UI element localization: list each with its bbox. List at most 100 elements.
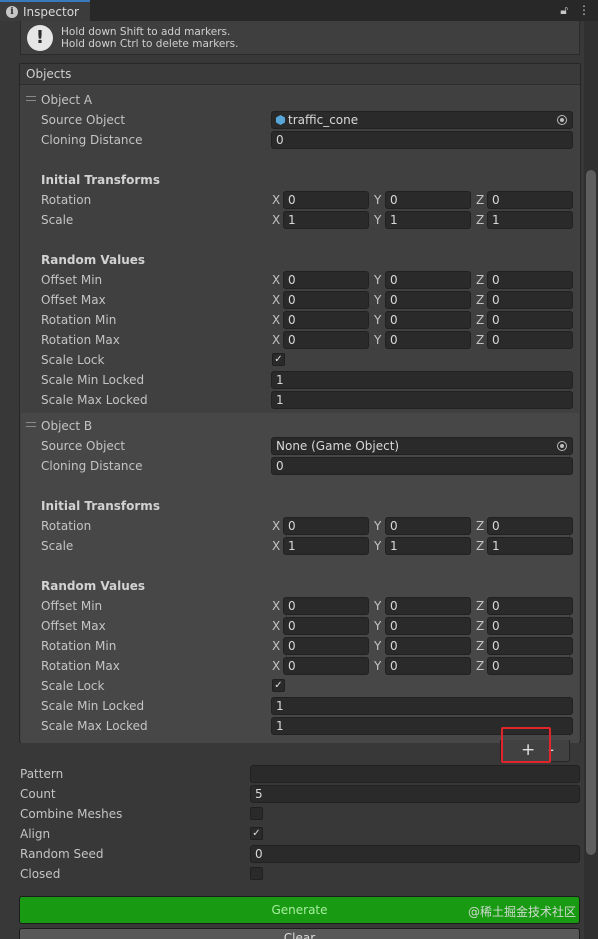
- offset-max-z-field[interactable]: 0: [487, 617, 573, 635]
- cloning-distance-row: Cloning Distance 0: [21, 456, 579, 476]
- rotation-min-y-field[interactable]: 0: [385, 311, 471, 329]
- offset-min-y-field[interactable]: 0: [385, 271, 471, 289]
- source-object-field[interactable]: traffic_cone: [271, 111, 573, 129]
- scale-max-locked-label: Scale Max Locked: [41, 393, 148, 407]
- offset-min-y-field[interactable]: 0: [385, 597, 471, 615]
- axis-z-label: Z: [476, 659, 485, 673]
- rotation-max-x-field[interactable]: 0: [283, 331, 369, 349]
- rotation-x-field[interactable]: 0: [283, 517, 369, 535]
- rotation-min-x-field[interactable]: 0: [283, 311, 369, 329]
- cloning-distance-label: Cloning Distance: [41, 459, 143, 473]
- combine-meshes-checkbox[interactable]: [250, 807, 263, 820]
- element-title-row[interactable]: Object A: [21, 90, 579, 110]
- axis-z-label: Z: [476, 619, 485, 633]
- offset-min-row: Offset Min X 0 Y 0 Z 0: [21, 270, 579, 290]
- initial-transforms-header-row: Initial Transforms: [21, 496, 579, 516]
- axis-x-label: X: [272, 639, 281, 653]
- align-row: Align ✓: [0, 824, 598, 844]
- offset-max-z-field[interactable]: 0: [487, 291, 573, 309]
- scale-lock-checkbox[interactable]: ✓: [272, 679, 285, 692]
- rotation-max-x-field[interactable]: 0: [283, 657, 369, 675]
- offset-min-z-field[interactable]: 0: [487, 597, 573, 615]
- object-picker-icon[interactable]: [557, 115, 567, 125]
- object-picker-icon[interactable]: [557, 441, 567, 451]
- scale-min-locked-field[interactable]: 1: [271, 697, 573, 715]
- axis-x-label: X: [272, 599, 281, 613]
- tab-bar: i Inspector 🔓︎ ⋮: [0, 0, 598, 21]
- axis-y-label: Y: [374, 619, 382, 633]
- scale-y-field[interactable]: 1: [385, 211, 471, 229]
- rotation-min-y-field[interactable]: 0: [385, 637, 471, 655]
- scrollbar-thumb[interactable]: [586, 170, 596, 855]
- scale-x-field[interactable]: 1: [283, 211, 369, 229]
- element-title: Object A: [41, 93, 93, 107]
- rotation-max-y-field[interactable]: 0: [385, 331, 471, 349]
- rotation-min-x-field[interactable]: 0: [283, 637, 369, 655]
- cloning-distance-row: Cloning Distance 0: [21, 130, 579, 150]
- help-line-2: Hold down Ctrl to delete markers.: [61, 37, 239, 50]
- element-title-row[interactable]: Object B: [21, 416, 579, 436]
- info-icon: i: [6, 5, 18, 18]
- scale-min-locked-field[interactable]: 1: [271, 371, 573, 389]
- axis-x-label: X: [272, 659, 281, 673]
- axis-x-label: X: [272, 313, 281, 327]
- rotation-z-field[interactable]: 0: [487, 191, 573, 209]
- cloning-distance-field[interactable]: 0: [271, 457, 573, 475]
- drag-handle-icon[interactable]: [26, 96, 36, 101]
- axis-y-label: Y: [374, 213, 382, 227]
- axis-y-label: Y: [374, 519, 382, 533]
- rotation-max-z-field[interactable]: 0: [487, 331, 573, 349]
- rotation-x-field[interactable]: 0: [283, 191, 369, 209]
- axis-y-label: Y: [374, 659, 382, 673]
- random-values-header-row: Random Values: [21, 250, 579, 270]
- rotation-y-field[interactable]: 0: [385, 191, 471, 209]
- tab-inspector[interactable]: i Inspector: [0, 0, 90, 21]
- rotation-y-field[interactable]: 0: [385, 517, 471, 535]
- scale-max-locked-field[interactable]: 1: [271, 391, 573, 409]
- offset-max-row: Offset Max X 0 Y 0 Z 0: [21, 616, 579, 636]
- combine-meshes-label: Combine Meshes: [20, 807, 123, 821]
- random-seed-field[interactable]: 0: [250, 845, 580, 863]
- axis-z-label: Z: [476, 539, 485, 553]
- axis-y-label: Y: [374, 333, 382, 347]
- kebab-menu-icon[interactable]: ⋮: [578, 3, 590, 18]
- clear-button[interactable]: Clear: [19, 928, 580, 939]
- offset-min-label: Offset Min: [41, 599, 103, 613]
- axis-z-label: Z: [476, 639, 485, 653]
- rotation-z-field[interactable]: 0: [487, 517, 573, 535]
- offset-min-x-field[interactable]: 0: [283, 271, 369, 289]
- rotation-max-y-field[interactable]: 0: [385, 657, 471, 675]
- rotation-max-z-field[interactable]: 0: [487, 657, 573, 675]
- offset-min-x-field[interactable]: 0: [283, 597, 369, 615]
- offset-max-y-field[interactable]: 0: [385, 617, 471, 635]
- scale-x-field[interactable]: 1: [283, 537, 369, 555]
- axis-z-label: Z: [476, 193, 485, 207]
- pattern-row: Pattern: [0, 764, 598, 784]
- scale-z-field[interactable]: 1: [487, 537, 573, 555]
- scale-lock-label: Scale Lock: [41, 679, 105, 693]
- closed-checkbox[interactable]: [250, 867, 263, 880]
- offset-min-row: Offset Min X 0 Y 0 Z 0: [21, 596, 579, 616]
- offset-min-z-field[interactable]: 0: [487, 271, 573, 289]
- source-object-field[interactable]: None (Game Object): [271, 437, 573, 455]
- rotation-min-z-field[interactable]: 0: [487, 311, 573, 329]
- random-values-header-label: Random Values: [41, 253, 146, 267]
- highlight-box: [501, 727, 551, 763]
- scale-min-locked-row: Scale Min Locked 1: [21, 696, 579, 716]
- scale-z-field[interactable]: 1: [487, 211, 573, 229]
- objects-header: Objects: [20, 64, 580, 85]
- align-checkbox[interactable]: ✓: [250, 827, 263, 840]
- scale-lock-checkbox[interactable]: ✓: [272, 353, 285, 366]
- count-field[interactable]: 5: [250, 785, 580, 803]
- scale-y-field[interactable]: 1: [385, 537, 471, 555]
- help-line-1: Hold down Shift to add markers.: [61, 25, 231, 38]
- rotation-min-z-field[interactable]: 0: [487, 637, 573, 655]
- lock-icon[interactable]: 🔓︎: [560, 3, 568, 18]
- cloning-distance-field[interactable]: 0: [271, 131, 573, 149]
- drag-handle-icon[interactable]: [26, 422, 36, 427]
- offset-max-x-field[interactable]: 0: [283, 617, 369, 635]
- offset-max-x-field[interactable]: 0: [283, 291, 369, 309]
- pattern-field[interactable]: [250, 765, 580, 783]
- help-box: ! Hold down Shift to add markers. Hold d…: [20, 21, 580, 55]
- offset-max-y-field[interactable]: 0: [385, 291, 471, 309]
